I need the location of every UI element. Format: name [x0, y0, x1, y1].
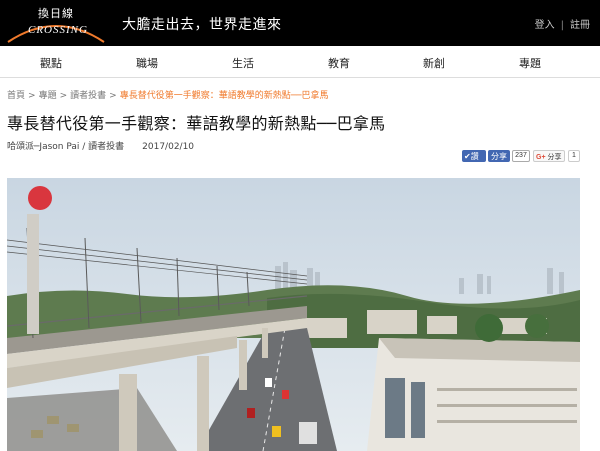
login-link[interactable]: 登入 [535, 20, 555, 31]
nav-item-career[interactable]: 職場 [136, 55, 158, 71]
breadcrumb-reader[interactable]: 讀者投書 [70, 91, 106, 101]
panama-metro-photo [7, 178, 580, 451]
fb-like-button[interactable]: ✔讚 [462, 150, 486, 162]
register-link[interactable]: 註冊 [570, 20, 590, 31]
thumbs-up-icon: ✔ [464, 152, 471, 161]
nav-item-topics[interactable]: 專題 [519, 55, 541, 71]
gplus-share-button[interactable]: G+ 分享 [533, 150, 565, 162]
main-nav: 觀點 職場 生活 教育 新創 專題 [0, 46, 600, 78]
breadcrumb: 首頁 > 專題 > 讀者投書 > 專長替代役第一手觀察：華語教學的新熱點──巴拿馬 [7, 88, 329, 101]
breadcrumb-current: 專長替代役第一手觀察：華語教學的新熱點──巴拿馬 [119, 91, 329, 101]
nav-item-views[interactable]: 觀點 [40, 55, 62, 71]
breadcrumb-separator: > [28, 91, 36, 101]
breadcrumb-topics[interactable]: 專題 [39, 91, 57, 101]
fb-share-button[interactable]: 分享 [488, 150, 510, 162]
nav-item-life[interactable]: 生活 [232, 55, 254, 71]
article-title: 專長替代役第一手觀察：華語教學的新熱點──巴拿馬 [7, 114, 386, 133]
nav-item-startup[interactable]: 新創 [423, 55, 445, 71]
fb-share-label: 分享 [491, 152, 507, 161]
breadcrumb-home[interactable]: 首頁 [7, 91, 25, 101]
publish-date: 2017/02/10 [142, 142, 195, 152]
fb-share-count: 237 [512, 150, 530, 162]
fb-like-label: 讚 [470, 152, 479, 161]
gplus-icon: G+ [536, 154, 546, 161]
gplus-share-label: 分享 [547, 154, 562, 161]
auth-divider: | [560, 20, 564, 31]
nav-item-education[interactable]: 教育 [328, 55, 350, 71]
crossing-logo[interactable]: 換日線 CROSSING [6, 4, 106, 43]
breadcrumb-separator: > [109, 91, 117, 101]
site-slogan: 大膽走出去，世界走進來 [122, 17, 282, 33]
top-header: 換日線 CROSSING 大膽走出去，世界走進來 登入 | 註冊 [0, 0, 600, 46]
author-link[interactable]: 哈頌派─Jason Pai / 讀者投書 [7, 142, 124, 152]
gplus-share-count: 1 [568, 150, 580, 162]
logo-english-name: CROSSING [28, 24, 88, 36]
auth-links: 登入 | 註冊 [535, 16, 590, 31]
article-hero-image [7, 178, 580, 451]
article-byline: 哈頌派─Jason Pai / 讀者投書 2017/02/10 [7, 139, 194, 152]
breadcrumb-separator: > [59, 91, 68, 101]
